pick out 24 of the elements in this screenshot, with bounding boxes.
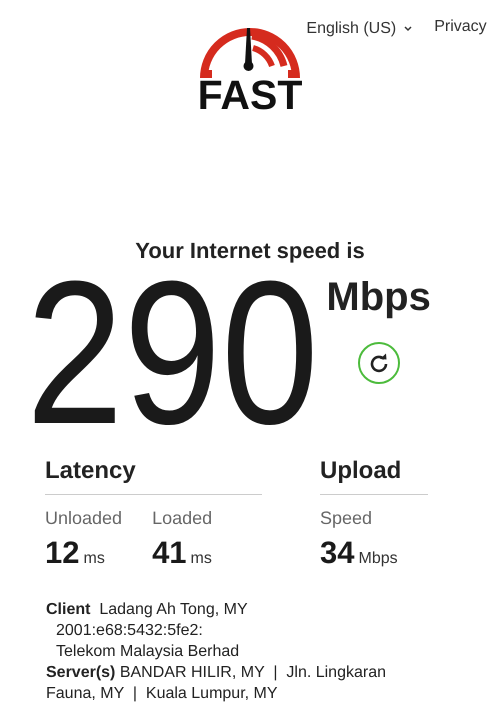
refresh-icon bbox=[368, 353, 389, 373]
latency-heading: Latency bbox=[45, 456, 262, 495]
privacy-link[interactable]: Privacy bbox=[434, 18, 487, 36]
metric-label: Loaded bbox=[152, 507, 212, 529]
language-selector[interactable]: English (US) bbox=[306, 18, 412, 38]
chevron-icon bbox=[404, 26, 412, 32]
metric-label: Unloaded bbox=[45, 507, 122, 529]
metric-unit: ms bbox=[83, 550, 105, 568]
client-isp: Telekom Malaysia Berhad bbox=[56, 643, 240, 660]
refresh-button[interactable] bbox=[358, 342, 400, 384]
metric-unit: Mbps bbox=[358, 550, 398, 568]
client-location: Client Ladang Ah Tong, MY bbox=[46, 600, 249, 620]
metric-unit: ms bbox=[190, 550, 212, 568]
speed-unit: Mbps bbox=[326, 274, 431, 320]
server-list: Server(s) BANDAR HILIR, MY | Jln. Lingkaran Fauna, MY | Kuala Lumpur, MY bbox=[46, 662, 420, 704]
headline: Your Internet speed is bbox=[134, 238, 366, 264]
metric-value: 12 bbox=[45, 535, 80, 571]
speed-value: 290 bbox=[26, 268, 319, 438]
logo-text: FAST bbox=[198, 78, 302, 112]
metric-label: Speed bbox=[320, 507, 374, 529]
metric-value: 34 bbox=[320, 535, 354, 571]
metric-value: 41 bbox=[152, 535, 187, 571]
client-ip: 2001:e68:5432:5fe2: bbox=[56, 622, 203, 639]
upload-heading: Upload bbox=[320, 456, 428, 495]
